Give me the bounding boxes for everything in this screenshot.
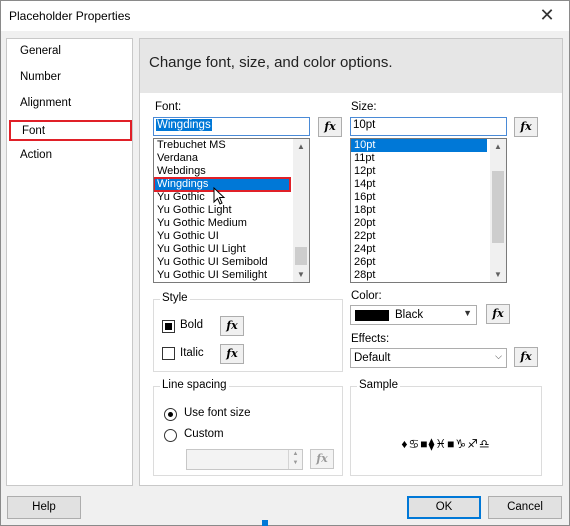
list-item[interactable]: Yu Gothic Light <box>154 204 309 217</box>
list-item[interactable]: 12pt <box>351 165 506 178</box>
bold-expression-button[interactable]: fx <box>220 316 244 336</box>
size-label: Size: <box>351 101 377 113</box>
chevron-down-icon: ▼ <box>463 308 472 318</box>
sample-preview: ♦♋■⧫♓■♑♐♎ <box>401 437 491 451</box>
scroll-thumb[interactable] <box>492 171 504 243</box>
line-spacing-group-title: Line spacing <box>160 379 229 391</box>
list-item[interactable]: Webdings <box>154 165 309 178</box>
chevron-up-icon[interactable]: ▲ <box>293 139 309 154</box>
title-bar[interactable]: Placeholder Properties ✕ <box>1 1 569 31</box>
italic-label: Italic <box>180 347 204 359</box>
style-group-title: Style <box>160 292 190 304</box>
size-input-value: 10pt <box>353 119 376 131</box>
chevron-up-icon[interactable]: ▲ <box>289 450 302 459</box>
list-item[interactable]: Yu Gothic UI Semibold <box>154 256 309 269</box>
list-item[interactable]: 16pt <box>351 191 506 204</box>
dialog-window: Placeholder Properties ✕ General Number … <box>0 0 570 526</box>
nav-item-alignment[interactable]: Alignment <box>20 97 71 109</box>
list-item[interactable]: 22pt <box>351 230 506 243</box>
spacing-expression-button[interactable]: fx <box>310 449 334 469</box>
list-item[interactable]: Yu Gothic Medium <box>154 217 309 230</box>
list-item[interactable]: 18pt <box>351 204 506 217</box>
close-icon[interactable]: ✕ <box>535 5 559 27</box>
nav-item-number[interactable]: Number <box>20 71 61 83</box>
chevron-down-icon[interactable]: ▼ <box>289 459 302 468</box>
list-item[interactable]: Verdana <box>154 152 309 165</box>
size-list-items: 10pt 11pt 12pt 14pt 16pt 18pt 20pt 22pt … <box>351 139 506 282</box>
use-font-size-radio[interactable] <box>164 408 177 421</box>
window-title: Placeholder Properties <box>9 9 131 23</box>
color-value: Black <box>395 309 424 321</box>
stepper-buttons[interactable]: ▲ ▼ <box>288 450 302 469</box>
category-nav: General Number Alignment Font Action <box>6 38 133 486</box>
font-expression-button[interactable]: fx <box>318 117 342 137</box>
bold-checkbox[interactable] <box>162 320 175 333</box>
custom-radio[interactable] <box>164 429 177 442</box>
list-item[interactable]: Trebuchet MS <box>154 139 309 152</box>
style-group: Style Bold fx Italic fx <box>153 292 343 372</box>
scroll-thumb[interactable] <box>295 247 307 265</box>
italic-expression-button[interactable]: fx <box>220 344 244 364</box>
color-expression-button[interactable]: fx <box>486 304 510 324</box>
mouse-cursor-icon <box>213 187 226 205</box>
effects-dropdown[interactable]: Default ⌵ <box>350 348 507 368</box>
list-item[interactable]: 14pt <box>351 178 506 191</box>
help-button[interactable]: Help <box>7 496 81 519</box>
color-label: Color: <box>351 290 382 302</box>
chevron-up-icon[interactable]: ▲ <box>490 139 506 154</box>
page-title: Change font, size, and color options. <box>149 54 393 71</box>
font-options-panel: Change font, size, and color options. Fo… <box>139 38 563 486</box>
list-item-selected[interactable]: 10pt <box>351 139 487 152</box>
custom-label: Custom <box>184 428 224 440</box>
font-list-items: Trebuchet MS Verdana Webdings Wingdings … <box>154 139 309 282</box>
use-font-size-label: Use font size <box>184 407 251 419</box>
list-item[interactable]: 28pt <box>351 269 506 282</box>
color-swatch <box>355 310 389 321</box>
font-label: Font: <box>155 101 182 113</box>
font-list-scrollbar[interactable]: ▲ ▼ <box>293 139 309 282</box>
size-list-scrollbar[interactable]: ▲ ▼ <box>490 139 506 282</box>
list-item[interactable]: Yu Gothic UI <box>154 230 309 243</box>
list-item[interactable]: 26pt <box>351 256 506 269</box>
header-band: Change font, size, and color options. <box>140 39 562 93</box>
effects-value: Default <box>354 352 391 364</box>
list-item[interactable]: Yu Gothic UI Semilight <box>154 269 309 282</box>
cancel-button[interactable]: Cancel <box>488 496 562 519</box>
list-item[interactable]: 24pt <box>351 243 506 256</box>
chevron-down-icon[interactable]: ▼ <box>490 267 506 282</box>
chevron-down-icon[interactable]: ▼ <box>293 267 309 282</box>
size-input[interactable]: 10pt <box>350 117 507 136</box>
sample-box: Sample ♦♋■⧫♓■♑♐♎ <box>350 379 542 476</box>
taskbar-indicator <box>262 520 268 526</box>
font-list[interactable]: Trebuchet MS Verdana Webdings Wingdings … <box>153 138 310 283</box>
custom-spacing-stepper[interactable]: ▲ ▼ <box>186 449 303 470</box>
nav-item-action[interactable]: Action <box>20 149 52 161</box>
size-list[interactable]: 10pt 11pt 12pt 14pt 16pt 18pt 20pt 22pt … <box>350 138 507 283</box>
sample-title: Sample <box>357 379 400 391</box>
size-expression-button[interactable]: fx <box>514 117 538 137</box>
list-item[interactable]: Yu Gothic UI Light <box>154 243 309 256</box>
list-item[interactable]: 11pt <box>351 152 506 165</box>
ok-button[interactable]: OK <box>407 496 481 519</box>
effects-expression-button[interactable]: fx <box>514 347 538 367</box>
color-dropdown[interactable]: Black ▼ <box>350 305 477 325</box>
italic-checkbox[interactable] <box>162 347 175 360</box>
chevron-down-icon: ⌵ <box>495 351 502 361</box>
list-item[interactable]: Yu Gothic <box>154 191 309 204</box>
dialog-client: General Number Alignment Font Action Cha… <box>1 31 569 525</box>
effects-label: Effects: <box>351 333 390 345</box>
line-spacing-group: Line spacing Use font size Custom ▲ ▼ fx <box>153 379 343 476</box>
list-item[interactable]: 20pt <box>351 217 506 230</box>
font-input[interactable]: Wingdings <box>153 117 310 136</box>
nav-item-general[interactable]: General <box>20 45 61 57</box>
font-input-value: Wingdings <box>156 119 212 131</box>
nav-item-font[interactable]: Font <box>9 120 132 141</box>
bold-label: Bold <box>180 319 204 331</box>
